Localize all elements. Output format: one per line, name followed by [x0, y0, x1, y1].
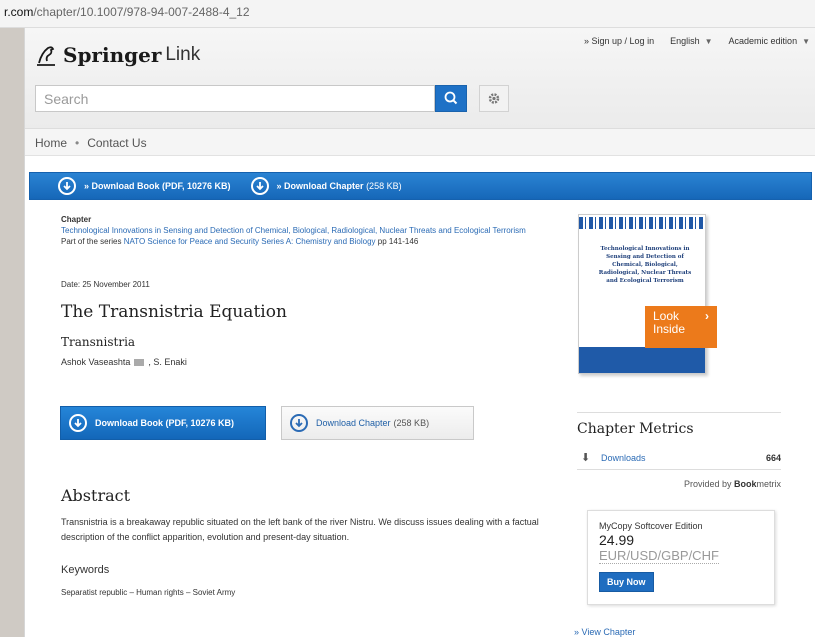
download-icon — [290, 414, 308, 432]
breadcrumb-nav: Home • Contact Us — [25, 128, 815, 156]
publish-date: Date: 25 November 2011 — [61, 280, 150, 289]
download-book-label: Download Book (PDF, 10276 KB) — [95, 418, 235, 428]
mycopy-title: MyCopy Softcover Edition — [599, 521, 703, 531]
look-inside-label: Look Inside — [653, 309, 686, 336]
chapter-subtitle: Transnistria — [61, 335, 136, 349]
bar-download-chapter-label: » Download Chapter — [276, 181, 364, 191]
download-icon — [58, 177, 76, 195]
edition-label: Academic edition — [728, 36, 798, 46]
author-link[interactable]: Ashok Vaseashta — [61, 357, 130, 367]
bar-download-book-link[interactable]: » Download Book (PDF, 10276 KB) — [58, 177, 231, 195]
search-options-button[interactable] — [479, 85, 509, 112]
author-link[interactable]: , S. Enaki — [148, 357, 187, 367]
url-path: /chapter/10.1007/978-94-007-2488-4_12 — [33, 5, 250, 19]
downloads-row: ⬇ Downloads 664 — [581, 451, 781, 464]
chapter-label: Chapter — [61, 215, 92, 224]
provided-by-label: Provided by — [683, 479, 734, 489]
provider-name-rest[interactable]: metrix — [757, 479, 782, 489]
address-bar[interactable]: r.com/chapter/10.1007/978-94-007-2488-4_… — [0, 0, 815, 28]
edition-selector[interactable]: Academic edition ▼ — [729, 36, 810, 46]
site-header: Springer Link » Sign up / Log in English… — [25, 28, 815, 128]
springer-horse-icon — [37, 46, 55, 66]
downloads-link[interactable]: Downloads — [601, 453, 646, 463]
mycopy-box: MyCopy Softcover Edition 24.99 EUR/USD/G… — [587, 510, 775, 605]
springer-link-logo[interactable]: Springer Link — [35, 40, 200, 70]
metrics-provider: Provided by Bookmetrix — [577, 469, 781, 489]
nav-home[interactable]: Home — [35, 136, 67, 150]
nav-contact[interactable]: Contact Us — [87, 136, 146, 150]
search-icon — [444, 91, 458, 105]
download-icon — [250, 177, 269, 195]
book-cover[interactable]: Technological Innovations in Sensing and… — [578, 214, 706, 374]
series-line: Part of the series NATO Science for Peac… — [61, 236, 541, 247]
keywords-heading: Keywords — [61, 564, 110, 576]
downloads-count: 664 — [765, 452, 781, 463]
language-selector[interactable]: English ▼ — [670, 36, 712, 46]
url-host: r.com — [4, 5, 34, 19]
series-link[interactable]: NATO Science for Peace and Security Seri… — [124, 237, 376, 246]
chapter-title: The Transnistria Equation — [61, 302, 287, 322]
bar-chapter-size: (258 KB) — [366, 181, 402, 191]
language-label: English — [670, 36, 700, 46]
cover-title: Technological Innovations in Sensing and… — [598, 246, 692, 284]
download-chapter-button[interactable]: Download Chapter (258 KB) — [281, 406, 474, 440]
page-range: pp 141-146 — [377, 237, 419, 246]
buy-now-button[interactable]: Buy Now — [599, 572, 654, 592]
bar-download-chapter-link[interactable]: » Download Chapter (258 KB) — [250, 177, 402, 195]
download-bar: » Download Book (PDF, 10276 KB) » Downlo… — [29, 172, 812, 200]
search-button[interactable] — [435, 85, 467, 112]
chapter-meta: Chapter Technological Innovations in Sen… — [61, 214, 541, 247]
chevron-down-icon: ▼ — [704, 37, 713, 46]
keywords-list: Separatist republic – Human rights – Sov… — [61, 588, 236, 597]
chapter-metrics-heading: Chapter Metrics — [577, 412, 781, 437]
abstract-text: Transnistria is a breakaway republic sit… — [61, 517, 539, 542]
page: Springer Link » Sign up / Log in English… — [24, 28, 815, 637]
top-links: » Sign up / Log in English ▼ Academic edi… — [584, 36, 810, 46]
download-book-button[interactable]: Download Book (PDF, 10276 KB) — [60, 406, 266, 440]
search-input[interactable]: Search — [35, 85, 435, 112]
download-icon — [69, 414, 87, 432]
cover-band — [579, 347, 705, 373]
currency-selector[interactable]: EUR/USD/GBP/CHF — [599, 549, 719, 564]
view-chapter-link[interactable]: » View Chapter — [574, 627, 635, 637]
abstract-heading: Abstract — [61, 486, 131, 505]
provider-name-bold[interactable]: Book — [734, 479, 757, 489]
nav-separator: • — [75, 136, 80, 150]
bar-download-book-label: » Download Book (PDF, 10276 KB) — [84, 181, 231, 191]
price: 24.99 — [599, 532, 635, 548]
download-arrow-icon: ⬇ — [581, 452, 591, 464]
book-title-link[interactable]: Technological Innovations in Sensing and… — [61, 225, 541, 236]
chevron-right-icon: › — [705, 309, 709, 323]
look-inside-button[interactable]: Look Inside › — [645, 306, 717, 348]
gear-icon — [488, 93, 500, 104]
brand-name: Springer — [63, 43, 162, 67]
series-prefix: Part of the series — [61, 237, 122, 246]
cover-stripe — [579, 217, 705, 229]
signin-link[interactable]: » Sign up / Log in — [584, 36, 654, 46]
authors: Ashok Vaseashta , S. Enaki — [61, 357, 187, 367]
download-chapter-label: Download Chapter — [316, 418, 391, 428]
chevron-down-icon: ▼ — [802, 37, 810, 46]
brand-suffix: Link — [165, 44, 201, 65]
chapter-size: (258 KB) — [393, 418, 430, 428]
email-icon[interactable] — [134, 358, 145, 366]
